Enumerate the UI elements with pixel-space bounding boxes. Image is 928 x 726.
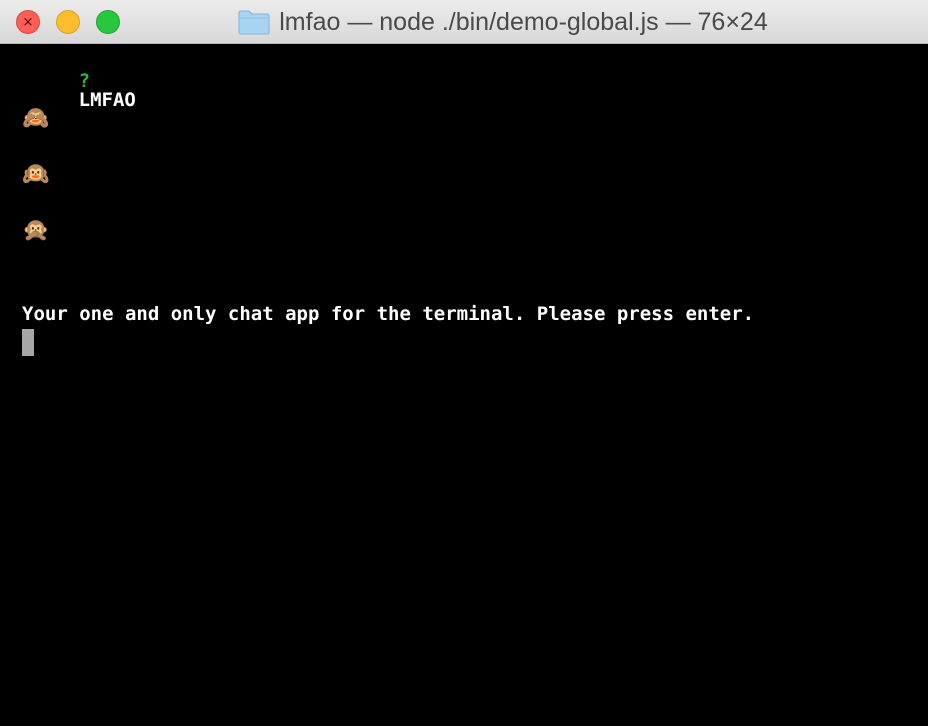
- title-bar[interactable]: × lmfao — node ./bin/demo-global.js — 76…: [0, 0, 928, 44]
- terminal-content[interactable]: ? LMFAO 🙈 🙉 🙊 Your one and only chat app…: [0, 44, 928, 726]
- terminal-window: × lmfao — node ./bin/demo-global.js — 76…: [0, 0, 928, 726]
- prompt-text: LMFAO: [78, 89, 136, 111]
- window-title: lmfao — node ./bin/demo-global.js — 76×2…: [0, 0, 928, 44]
- terminal-cursor: [22, 329, 34, 356]
- speak-no-evil-monkey-icon: 🙊: [22, 218, 50, 243]
- see-no-evil-monkey-icon: 🙈: [22, 106, 50, 131]
- welcome-message: Your one and only chat app for the termi…: [22, 303, 755, 325]
- hear-no-evil-monkey-icon: 🙉: [22, 162, 50, 187]
- window-title-text: lmfao — node ./bin/demo-global.js — 76×2…: [279, 7, 768, 36]
- folder-icon: [238, 10, 270, 35]
